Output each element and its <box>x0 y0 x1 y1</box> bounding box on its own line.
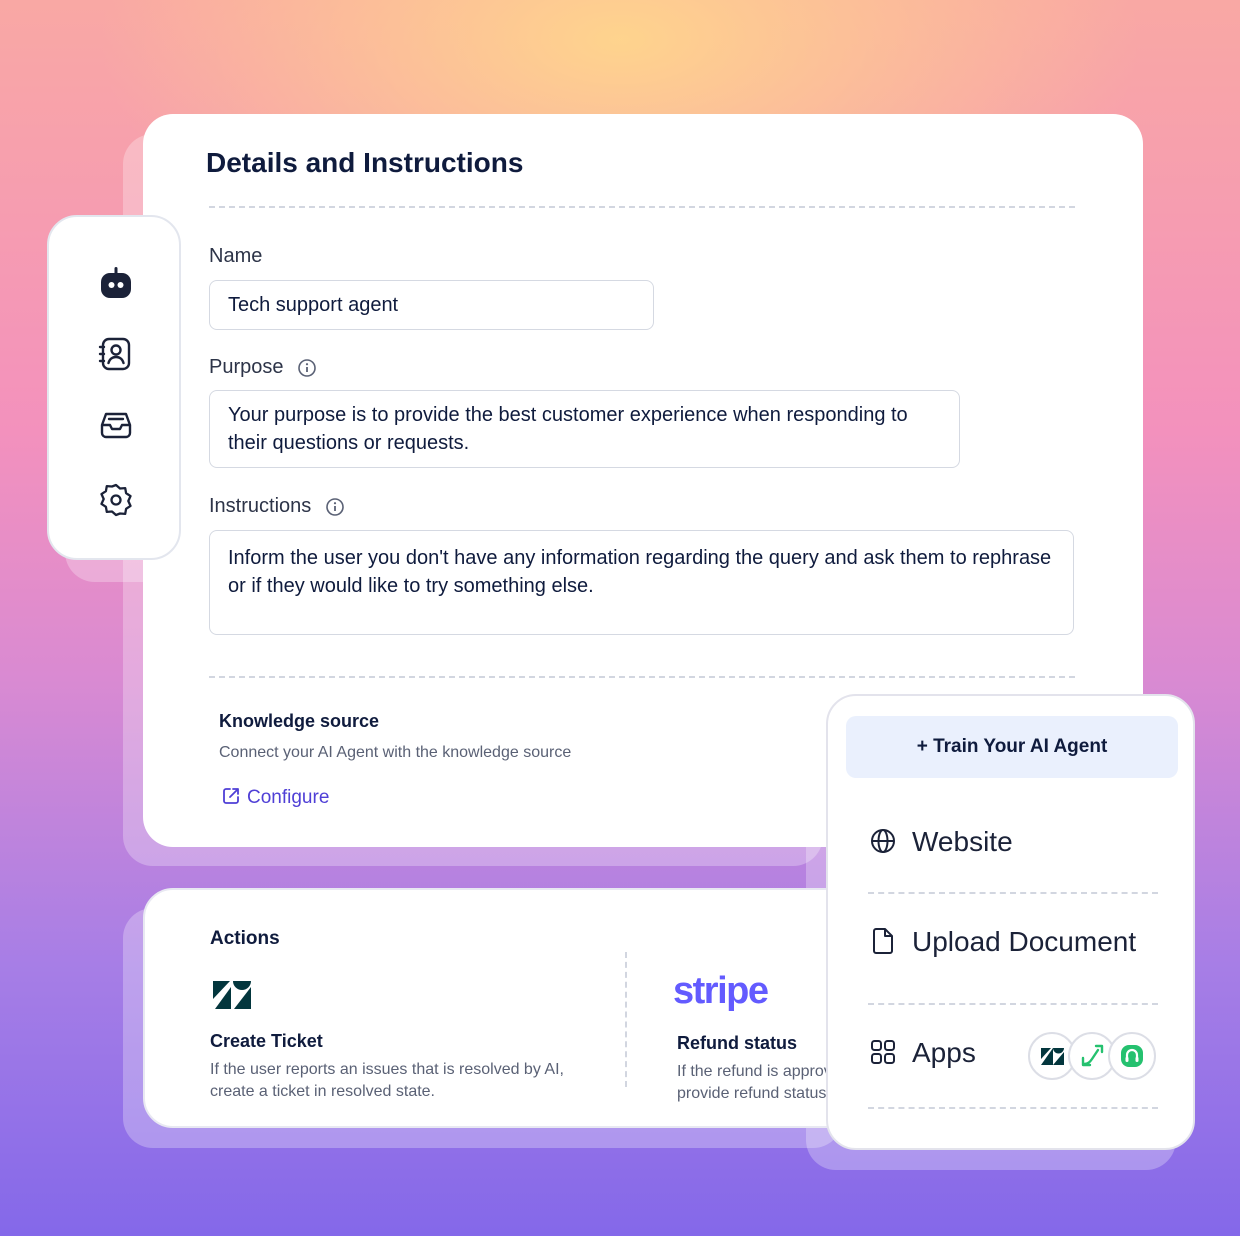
external-link-icon <box>223 788 239 804</box>
divider <box>209 206 1075 208</box>
action-description: provide refund status <box>677 1085 827 1102</box>
instructions-textarea[interactable]: Inform the user you don't have any infor… <box>209 530 1074 635</box>
freshcaller-icon[interactable] <box>1108 1032 1156 1080</box>
globe-icon <box>871 829 895 853</box>
instructions-label: Instructions <box>209 495 345 518</box>
configure-label: Configure <box>247 787 330 808</box>
actions-title: Actions <box>210 928 280 949</box>
sidebar <box>47 215 181 560</box>
info-icon[interactable] <box>297 358 317 378</box>
actions-card: Actions Create Ticket If the user report… <box>143 888 903 1128</box>
configure-link[interactable]: Configure <box>221 786 329 809</box>
knowledge-source-title: Knowledge source <box>219 711 380 731</box>
train-option-label: Upload Document <box>912 926 1137 957</box>
train-option-website[interactable]: Website <box>870 826 1013 858</box>
instructions-label-text: Instructions <box>209 495 312 517</box>
info-icon[interactable] <box>325 497 345 517</box>
contact-book-icon[interactable] <box>98 336 134 372</box>
train-ai-agent-button[interactable]: + Train Your AI Agent <box>846 716 1178 778</box>
inbox-icon[interactable] <box>98 407 134 443</box>
stripe-logo: stripe <box>673 970 769 1012</box>
apps-grid-icon <box>871 1040 895 1064</box>
action-title: Refund status <box>677 1033 798 1053</box>
train-option-apps[interactable]: Apps <box>870 1037 976 1069</box>
robot-icon[interactable] <box>98 265 134 301</box>
name-label: Name <box>209 245 263 267</box>
train-option-label: Website <box>912 826 1013 857</box>
name-input-value: Tech support agent <box>228 294 399 316</box>
document-icon <box>873 928 893 954</box>
divider <box>868 892 1158 894</box>
divider <box>868 1107 1158 1109</box>
purpose-label-text: Purpose <box>209 356 284 378</box>
purpose-label: Purpose <box>209 356 317 379</box>
settings-gear-icon[interactable] <box>98 482 134 518</box>
action-description: create a ticket in resolved state. <box>210 1083 435 1100</box>
knowledge-source-description: Connect your AI Agent with the knowledge… <box>219 744 572 761</box>
train-option-upload-document[interactable]: Upload Document <box>870 926 1136 958</box>
actions-divider <box>625 952 627 1087</box>
page-title: Details and Instructions <box>206 147 524 178</box>
divider <box>209 676 1075 678</box>
purpose-input-value: Your purpose is to provide the best cust… <box>228 404 908 454</box>
train-panel: + Train Your AI Agent Website Upload Doc… <box>826 694 1195 1150</box>
purpose-input[interactable]: Your purpose is to provide the best cust… <box>209 390 960 468</box>
zendesk-logo <box>213 981 251 1009</box>
instructions-textarea-value: Inform the user you don't have any infor… <box>228 547 1052 597</box>
name-input[interactable]: Tech support agent <box>209 280 654 330</box>
action-description: If the user reports an issues that is re… <box>210 1061 564 1078</box>
divider <box>868 1003 1158 1005</box>
train-option-label: Apps <box>912 1037 976 1068</box>
action-title: Create Ticket <box>210 1031 323 1051</box>
